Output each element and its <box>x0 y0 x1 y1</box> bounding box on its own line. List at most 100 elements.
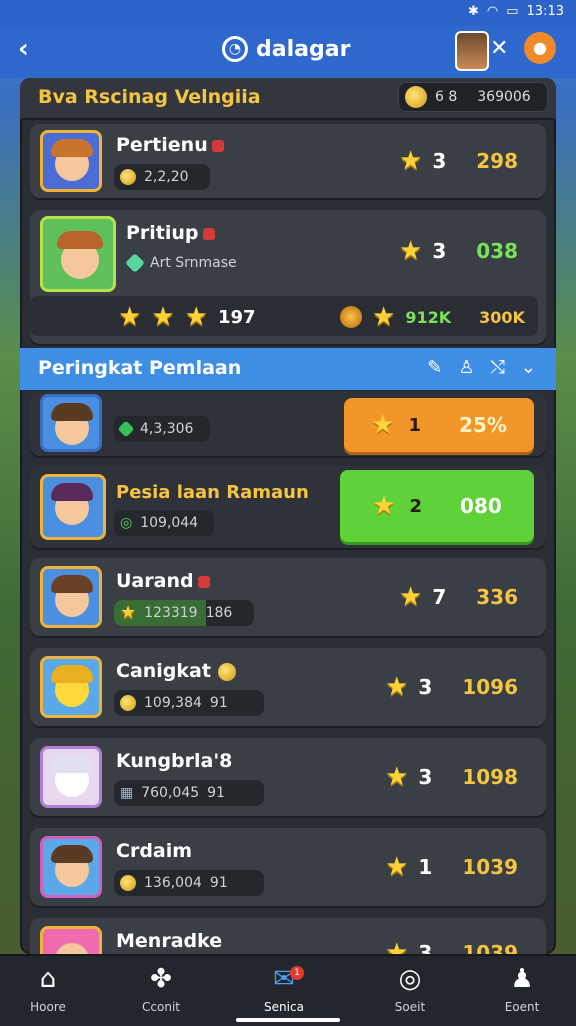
avatar-face <box>55 943 89 954</box>
leaderboard-row[interactable]: Menradke ★ 3 1039 <box>30 918 546 954</box>
leaderboard-row[interactable]: Canigkat 109,384 91 ★ 3 1096 <box>30 648 546 726</box>
leaderboard-panel: Bva Rscinag Velngiia 6 8 369006 Pertienu… <box>20 78 556 954</box>
star-icon: ★ <box>118 302 142 332</box>
star-icon: ★ <box>399 146 423 176</box>
player-stat: 4,3,306 <box>114 416 210 442</box>
brush-icon[interactable]: ✎ <box>427 357 442 378</box>
avatar-hair <box>57 231 103 249</box>
bluetooth-icon: ✱ <box>467 4 479 19</box>
currency-pill: 6 8 369006 <box>398 82 548 112</box>
player-name: Uarand <box>116 570 210 592</box>
coin-icon <box>405 86 427 108</box>
user-icon: ♟ <box>510 964 534 994</box>
rank-score: ★ 1 1039 <box>385 852 518 882</box>
puzzle-icon: ✤ <box>150 964 172 994</box>
section2-title: Peringkat Pemlaan <box>38 357 242 379</box>
wifi-icon: ◠ <box>486 4 499 19</box>
coin-icon <box>217 662 236 681</box>
summary-row: ★ ★ ★ 197 ★ 912K 300K <box>30 296 538 336</box>
avatar-hair <box>51 575 93 593</box>
star-icon: ★ <box>371 410 395 440</box>
nav-target[interactable]: ◎ Soeit <box>370 964 450 1015</box>
leaderboard-row[interactable]: Kungbrla'8 ▦ 760,045 91 ★ 3 1098 <box>30 738 546 816</box>
player-stat: 2,2,20 <box>114 164 210 190</box>
rank-score: ★ 3 1096 <box>385 672 518 702</box>
player-stat: 136,004 91 <box>114 870 264 896</box>
gem-icon <box>117 420 135 438</box>
notification-icon[interactable]: ● <box>524 32 556 64</box>
avatar-hair <box>51 139 93 157</box>
player-name: Menradke <box>116 930 223 952</box>
ribbon-icon <box>211 139 224 152</box>
status-icons: ✱ ◠ ▭ 13:13 <box>468 4 564 19</box>
target-icon: ◎ <box>398 964 422 994</box>
status-time: 13:13 <box>526 4 564 19</box>
leaderboard-row[interactable]: Pesia laan Ramaun ◎ 109,044 ★ 2 080 <box>30 466 546 548</box>
currency-value-1: 6 8 <box>435 89 458 105</box>
close-icon[interactable]: ✕ <box>490 36 508 61</box>
avatar <box>40 474 106 540</box>
rank-score: ★ 3 1039 <box>385 940 518 954</box>
avatar <box>40 130 102 192</box>
leaderboard-row[interactable]: Uarand ★ 123319 186 ★ 7 336 <box>30 558 546 636</box>
player-stat: Art Srnmase <box>122 250 272 276</box>
player-name: Pesia laan Ramaun <box>116 482 309 503</box>
profile-avatar[interactable] <box>455 31 489 71</box>
app-brand: ◔ dalagar <box>222 36 350 62</box>
avatar <box>40 926 102 954</box>
section1-title: Bva Rscinag Velngiia <box>38 86 261 108</box>
avatar <box>40 746 102 808</box>
top-player-row[interactable]: Pertienu 2,2,20 ★ 3 298 <box>30 124 546 198</box>
star-icon: ★ <box>385 762 409 792</box>
summary-stars: ★ ★ ★ 197 <box>118 302 256 332</box>
star-icon: ★ <box>184 302 208 332</box>
player-stat: 109,384 91 <box>114 690 264 716</box>
home-icon: ⌂ <box>39 964 57 994</box>
star-icon: ★ <box>151 302 175 332</box>
avatar-hair <box>51 845 93 863</box>
star-icon: ★ <box>399 582 423 612</box>
avatar <box>40 656 102 718</box>
avatar-hair <box>51 665 93 683</box>
refresh-icon: ◎ <box>120 515 133 531</box>
chevron-down-icon[interactable]: ⌄ <box>521 357 536 378</box>
star-icon: ★ <box>385 852 409 882</box>
player-name: Canigkat <box>116 660 236 682</box>
star-icon: ★ <box>372 302 396 332</box>
summary-rewards: ★ 912K 300K <box>340 304 525 330</box>
leaderboard-row[interactable]: 4,3,306 ★ 1 25% <box>30 392 546 456</box>
currency-value-2: 369006 <box>477 89 531 105</box>
star-icon: ★ <box>385 938 409 954</box>
rank-score: ★ 3 038 <box>399 236 518 266</box>
status-bar: ✱ ◠ ▭ 13:13 <box>0 0 576 26</box>
user-icon[interactable]: ♙ <box>458 357 474 378</box>
rank-score: ★ 3 1098 <box>385 762 518 792</box>
back-icon[interactable]: ‹ <box>18 34 29 64</box>
rank-score: ★ 3 298 <box>399 146 518 176</box>
nav-mail[interactable]: ✉ 1 Senica <box>244 964 324 1015</box>
star-icon: ★ <box>120 602 137 623</box>
player-name: Crdaim <box>116 840 193 862</box>
star-icon: ★ <box>399 236 423 266</box>
nav-home[interactable]: ⌂ Hoore <box>8 964 88 1015</box>
gem-icon <box>125 253 145 273</box>
avatar-hair <box>51 483 93 501</box>
nav-profile[interactable]: ♟ Eoent <box>482 964 562 1015</box>
avatar-hair <box>51 403 93 421</box>
coin-icon <box>340 306 362 328</box>
avatar <box>40 836 102 898</box>
home-indicator <box>236 1018 340 1022</box>
avatar-hair <box>51 755 93 773</box>
shuffle-icon[interactable]: ⤭ <box>491 357 505 378</box>
app-title: dalagar <box>256 36 351 62</box>
player-name: Pritiup <box>126 222 215 244</box>
calendar-icon: ▦ <box>120 785 134 801</box>
section1-header: Bva Rscinag Velngiia 6 8 369006 <box>20 78 556 120</box>
player-stat: ▦ 760,045 91 <box>114 780 264 806</box>
mail-icon: ✉ <box>273 964 295 994</box>
avatar <box>40 394 102 452</box>
leaderboard-row[interactable]: Crdaim 136,004 91 ★ 1 1039 <box>30 828 546 906</box>
avatar <box>40 216 116 292</box>
top-player-row[interactable]: Pritiup Art Srnmase ★ 3 038 ★ ★ ★ 197 ★ … <box>30 210 546 344</box>
nav-puzzle[interactable]: ✤ Cconit <box>121 964 201 1015</box>
